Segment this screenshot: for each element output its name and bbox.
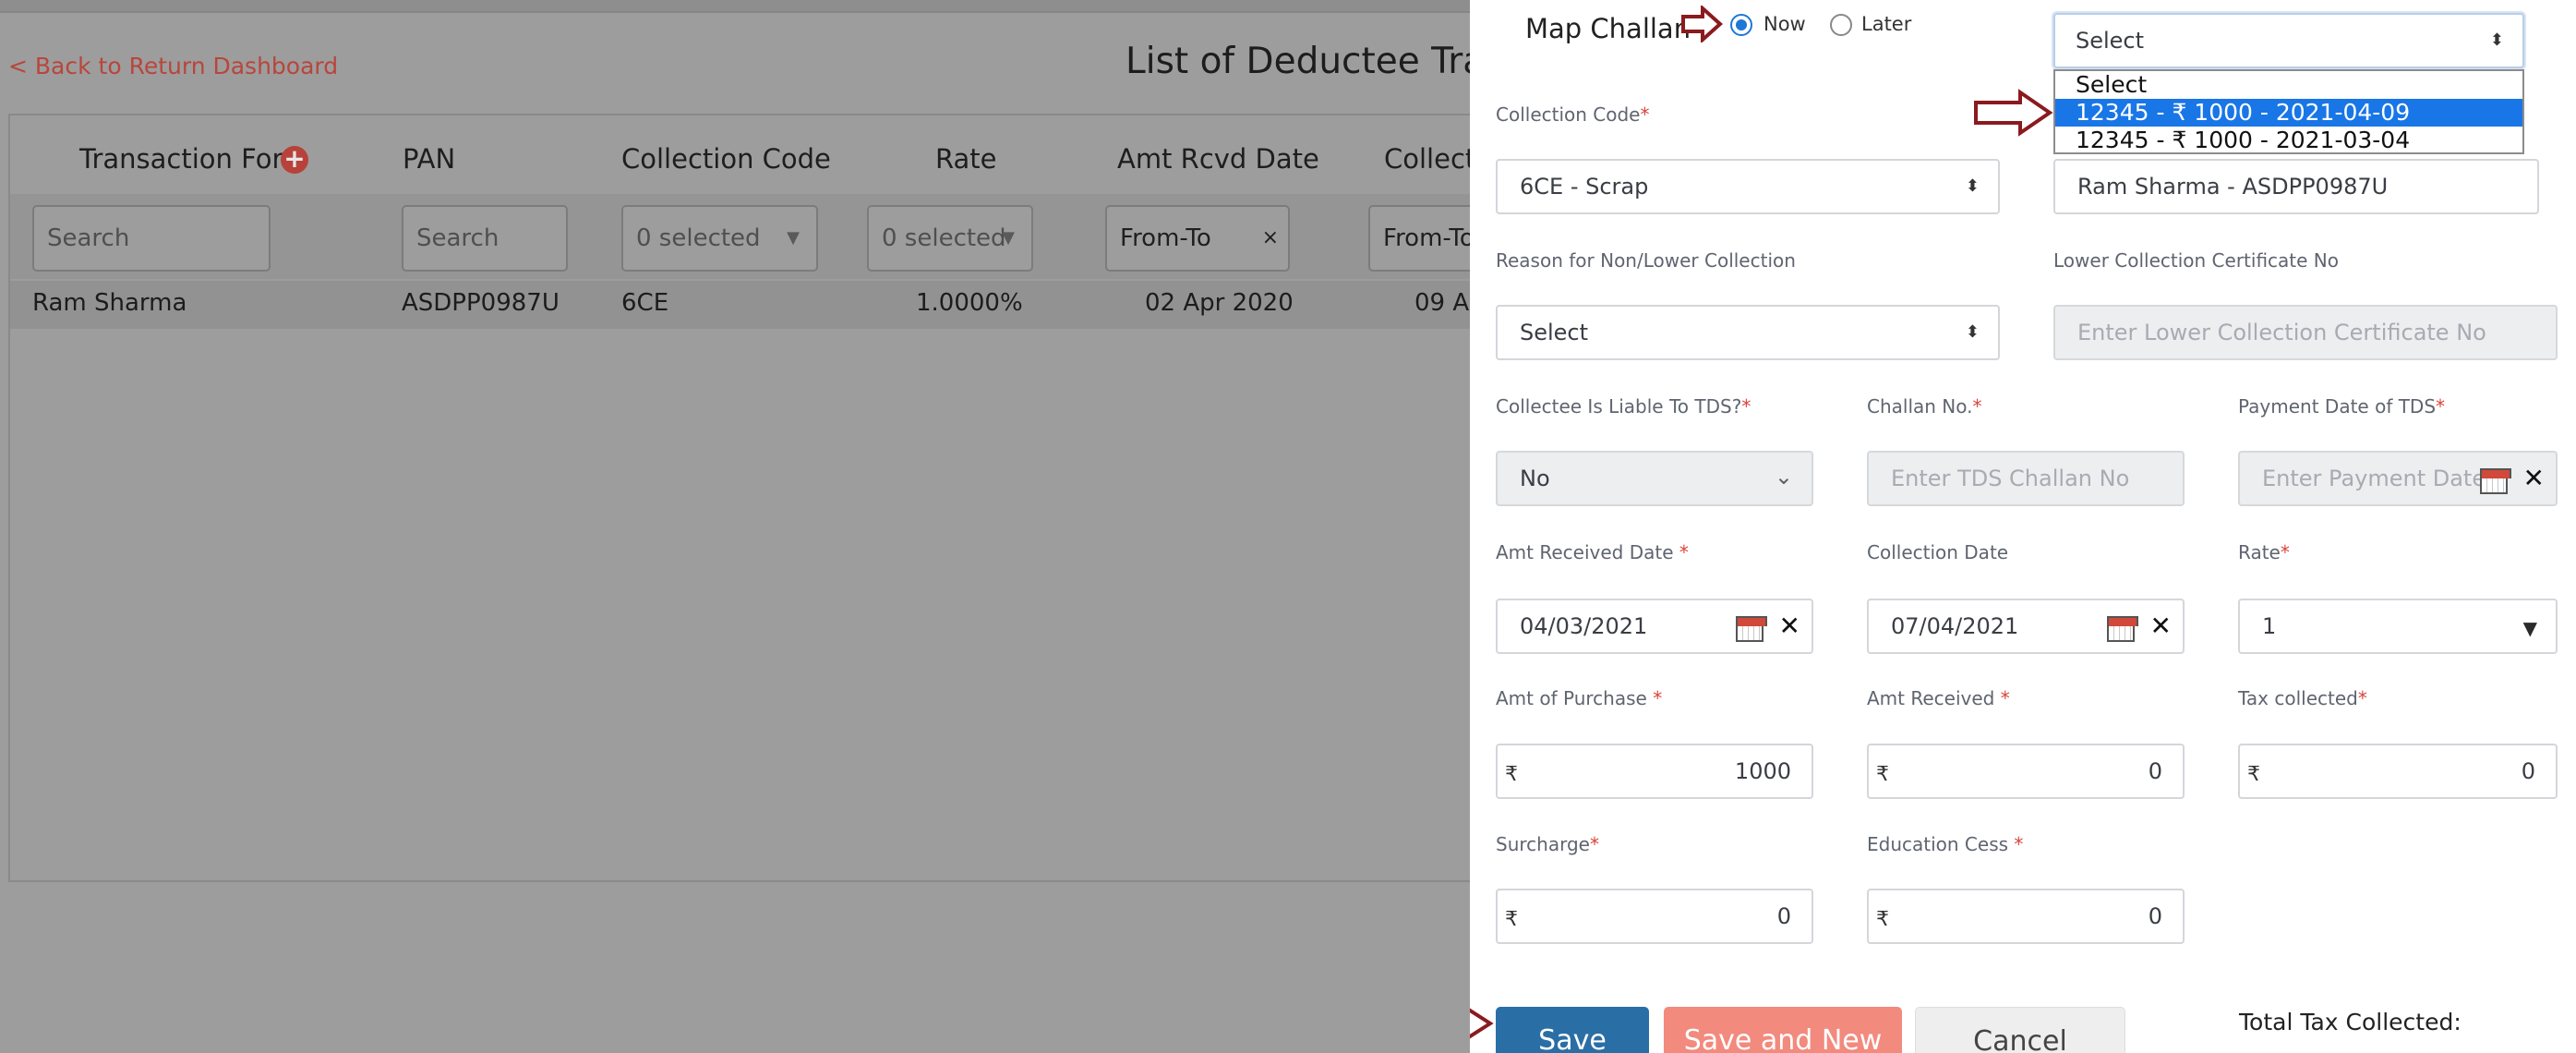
lower-cert-input[interactable]: Enter Lower Collection Certificate No (2053, 305, 2558, 360)
amt-purchase-label: Amt of Purchase * (1496, 687, 1663, 709)
amt-received-date-label: Amt Received Date * (1496, 541, 1689, 563)
collection-code-label: Collection Code* (1496, 103, 1650, 126)
chevron-down-icon: ▼ (787, 228, 800, 248)
liable-label: Collectee Is Liable To TDS?* (1496, 395, 1751, 418)
calendar-icon[interactable] (2107, 616, 2138, 642)
challan-no-input[interactable]: Enter TDS Challan No (1867, 451, 2185, 506)
calendar-icon[interactable] (2480, 468, 2511, 494)
map-challan-label: Map Challan (1525, 13, 1691, 44)
challan-no-label: Challan No.* (1867, 395, 1982, 418)
challan-option[interactable]: Select (2055, 71, 2522, 99)
radio-later[interactable] (1830, 14, 1852, 36)
payment-date-label: Payment Date of TDS* (2238, 395, 2446, 418)
sort-updown-icon: ⬍ (2489, 30, 2504, 50)
education-cess-input[interactable]: ₹0 (1867, 889, 2185, 944)
column-header-transaction-for[interactable]: Transaction For (79, 143, 283, 175)
rate-filter[interactable]: 0 selected ▼ (867, 205, 1033, 272)
amt-rcvd-date-filter[interactable]: From-To × (1105, 205, 1290, 272)
column-header-collection-code[interactable]: Collection Code (621, 143, 831, 175)
arrow-annotation-icon (1681, 6, 1723, 42)
column-header-collection-date[interactable]: Collect (1384, 143, 1475, 175)
challan-option[interactable]: 12345 - ₹ 1000 - 2021-03-04 (2055, 127, 2522, 154)
sort-updown-icon: ⬍ (1965, 322, 1980, 342)
clear-icon[interactable]: ✕ (2523, 453, 2545, 504)
page-title: List of Deductee Tra (1125, 41, 1486, 82)
clear-icon[interactable]: × (1262, 207, 1279, 270)
cell-amt-rcvd-date: 02 Apr 2020 (1145, 289, 1294, 317)
rate-select[interactable]: 1 ▼ (2238, 599, 2558, 654)
map-challan-select[interactable]: Select ⬍ (2053, 13, 2524, 68)
edit-transaction-panel: Map Challan Now Later Collection Code* 6… (1470, 0, 2576, 1053)
rate-label: Rate* (2238, 541, 2290, 563)
reason-label: Reason for Non/Lower Collection (1496, 249, 1796, 272)
liable-select[interactable]: No ⌄ (1496, 451, 1813, 506)
save-button[interactable]: Save (1496, 1007, 1649, 1053)
transaction-for-search-input[interactable]: Search (32, 205, 271, 272)
add-icon[interactable]: + (281, 146, 308, 174)
collection-date-input[interactable]: 07/04/2021 ✕ (1867, 599, 2185, 654)
cell-collection-code: 6CE (621, 289, 669, 317)
cell-transaction-for: Ram Sharma (32, 289, 187, 317)
amt-received-date-input[interactable]: 04/03/2021 ✕ (1496, 599, 1813, 654)
back-to-dashboard-link[interactable]: < Back to Return Dashboard (8, 53, 338, 79)
arrow-annotation-icon (1470, 1008, 1494, 1039)
radio-later-label[interactable]: Later (1861, 13, 1911, 35)
rupee-icon: ₹ (2247, 763, 2260, 786)
top-bar (0, 0, 1470, 13)
chevron-down-icon: ⌄ (1774, 464, 1793, 490)
surcharge-label: Surcharge* (1496, 833, 1599, 855)
cell-rate: 1.0000% (916, 289, 1023, 317)
clear-icon[interactable]: ✕ (2150, 600, 2172, 652)
rupee-icon: ₹ (1505, 908, 1518, 931)
sort-updown-icon: ⬍ (1965, 176, 1980, 196)
amt-purchase-input[interactable]: ₹1000 (1496, 744, 1813, 799)
chevron-down-icon: ▼ (1002, 228, 1015, 248)
reason-select[interactable]: Select ⬍ (1496, 305, 2000, 360)
payment-date-input[interactable]: Enter Payment Date ✕ (2238, 451, 2558, 506)
radio-now[interactable] (1730, 14, 1752, 36)
challan-option-selected[interactable]: 12345 - ₹ 1000 - 2021-04-09 (2055, 99, 2522, 127)
column-header-amt-rcvd-date[interactable]: Amt Rcvd Date (1117, 143, 1319, 175)
lower-cert-label: Lower Collection Certificate No (2053, 249, 2339, 272)
background-page: < Back to Return Dashboard List of Deduc… (0, 0, 1498, 1053)
collection-date-label: Collection Date (1867, 541, 2009, 563)
education-cess-label: Education Cess * (1867, 833, 2024, 855)
tax-collected-input[interactable]: ₹0 (2238, 744, 2558, 799)
rupee-icon: ₹ (1505, 763, 1518, 786)
collection-code-select[interactable]: 6CE - Scrap ⬍ (1496, 159, 2000, 214)
arrow-annotation-icon (1974, 89, 2053, 137)
deductee-table: Transaction For + PAN Collection Code Ra… (8, 114, 1498, 882)
surcharge-input[interactable]: ₹0 (1496, 889, 1813, 944)
collection-code-filter[interactable]: 0 selected ▼ (621, 205, 818, 272)
column-header-pan[interactable]: PAN (403, 143, 455, 175)
chevron-down-icon: ▼ (2522, 617, 2537, 639)
tax-collected-label: Tax collected* (2238, 687, 2367, 709)
rupee-icon: ₹ (1876, 763, 1889, 786)
radio-now-label[interactable]: Now (1763, 13, 1806, 35)
rupee-icon: ₹ (1876, 908, 1889, 931)
save-and-new-button[interactable]: Save and New (1664, 1007, 1902, 1053)
column-header-rate[interactable]: Rate (935, 143, 997, 175)
total-tax-collected-label: Total Tax Collected: (2239, 1009, 2462, 1035)
clear-icon[interactable]: ✕ (1779, 600, 1800, 652)
challan-dropdown-list: Select 12345 - ₹ 1000 - 2021-04-09 12345… (2053, 69, 2524, 154)
amt-received-label: Amt Received * (1867, 687, 2010, 709)
pan-search-input[interactable]: Search (402, 205, 568, 272)
amt-received-input[interactable]: ₹0 (1867, 744, 2185, 799)
cell-pan: ASDPP0987U (402, 289, 560, 317)
collectee-select[interactable]: Ram Sharma - ASDPP0987U (2053, 159, 2539, 214)
cancel-button[interactable]: Cancel (1915, 1007, 2125, 1053)
calendar-icon[interactable] (1736, 616, 1767, 642)
